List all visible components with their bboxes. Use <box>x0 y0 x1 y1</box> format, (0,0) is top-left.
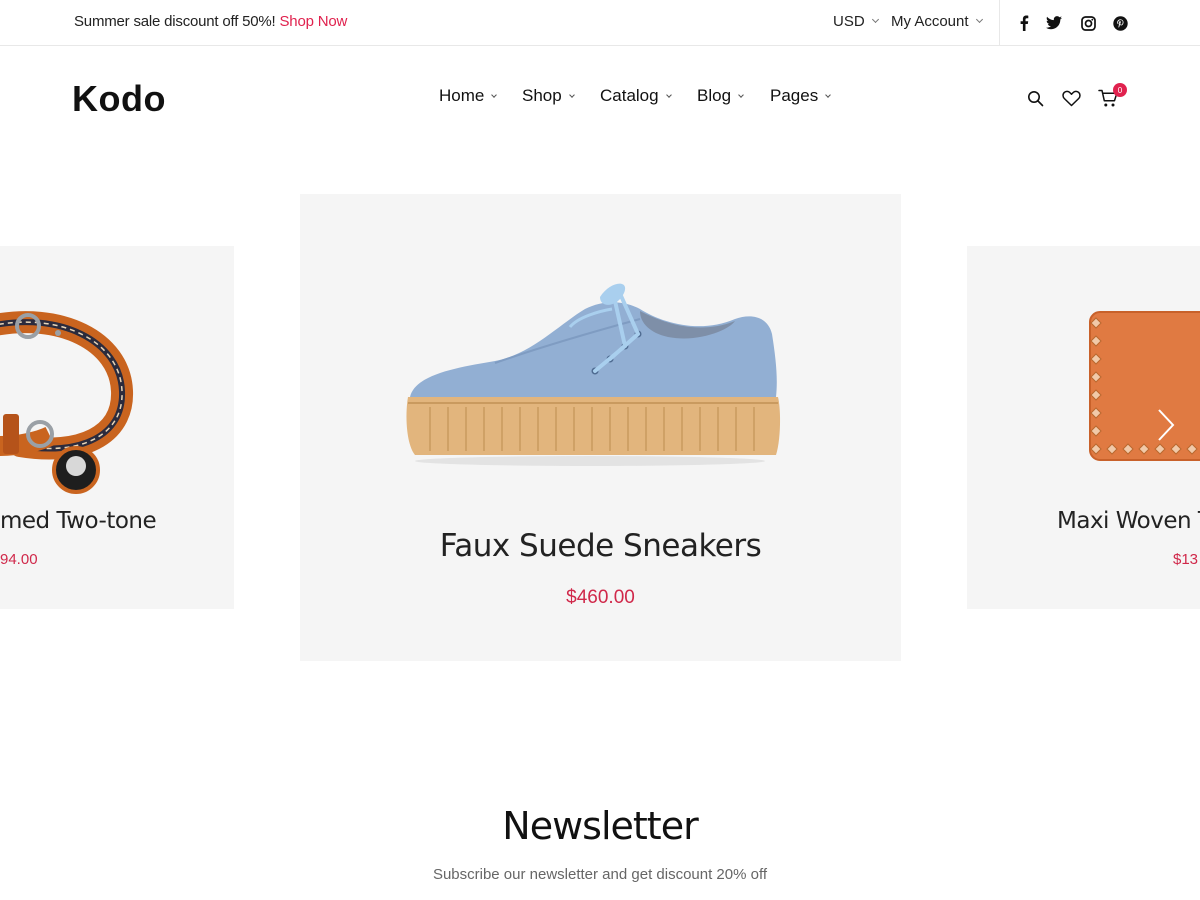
nav-pages[interactable]: Pages <box>770 86 832 106</box>
chevron-down-icon <box>871 15 879 24</box>
nav-catalog-label: Catalog <box>600 86 659 105</box>
my-account-menu[interactable]: My Account <box>891 13 983 30</box>
heart-icon[interactable] <box>1060 87 1082 109</box>
bag-image <box>1089 311 1200 461</box>
promo-message: Summer sale discount off 50%! Shop Now <box>74 13 347 30</box>
chevron-down-icon <box>665 91 672 98</box>
shop-now-link[interactable]: Shop Now <box>280 13 348 30</box>
product-card-center[interactable]: Faux Suede Sneakers $460.00 <box>300 194 901 661</box>
nav-shop-label: Shop <box>522 86 562 105</box>
currency-label: USD <box>833 13 865 30</box>
product-name[interactable]: Maxi Woven T <box>1057 508 1200 534</box>
search-icon[interactable] <box>1024 87 1046 109</box>
pinterest-icon[interactable] <box>1111 14 1129 32</box>
newsletter-title: Newsletter <box>502 804 698 848</box>
collar-image <box>0 311 133 494</box>
cart-count-badge: 0 <box>1113 83 1127 97</box>
instagram-icon[interactable] <box>1079 14 1097 32</box>
divider <box>999 0 1000 46</box>
nav-home[interactable]: Home <box>439 86 498 106</box>
product-price: $13 <box>1173 551 1199 568</box>
chevron-down-icon <box>568 91 575 98</box>
nav-blog[interactable]: Blog <box>697 86 744 106</box>
product-price: $460.00 <box>566 587 635 608</box>
chevron-down-icon <box>975 15 983 24</box>
nav-pages-label: Pages <box>770 86 819 105</box>
chevron-down-icon <box>738 91 744 98</box>
account-label: My Account <box>891 13 969 30</box>
nav-shop[interactable]: Shop <box>522 86 575 106</box>
top-bar: Summer sale discount off 50%! Shop Now U… <box>0 0 1200 46</box>
product-name[interactable]: Faux Suede Sneakers <box>300 528 901 564</box>
twitter-icon[interactable] <box>1045 14 1063 32</box>
nav-blog-label: Blog <box>697 86 732 105</box>
product-card-left[interactable]: med Two-tone 94.00 <box>0 246 234 609</box>
product-name[interactable]: med Two-tone <box>0 508 157 534</box>
nav-catalog[interactable]: Catalog <box>600 86 672 106</box>
promo-text: Summer sale discount off 50%! <box>74 13 276 30</box>
facebook-icon[interactable] <box>1015 14 1033 32</box>
chevron-down-icon <box>491 91 498 98</box>
carousel-next-arrow-icon[interactable] <box>1156 408 1176 442</box>
nav-home-label: Home <box>439 86 485 105</box>
currency-selector[interactable]: USD <box>833 13 879 30</box>
chevron-down-icon <box>825 91 832 98</box>
sneaker-image <box>406 283 781 466</box>
site-logo[interactable]: Kodo <box>72 78 166 120</box>
product-price: 94.00 <box>0 551 38 568</box>
newsletter-subtitle: Subscribe our newsletter and get discoun… <box>432 866 768 883</box>
